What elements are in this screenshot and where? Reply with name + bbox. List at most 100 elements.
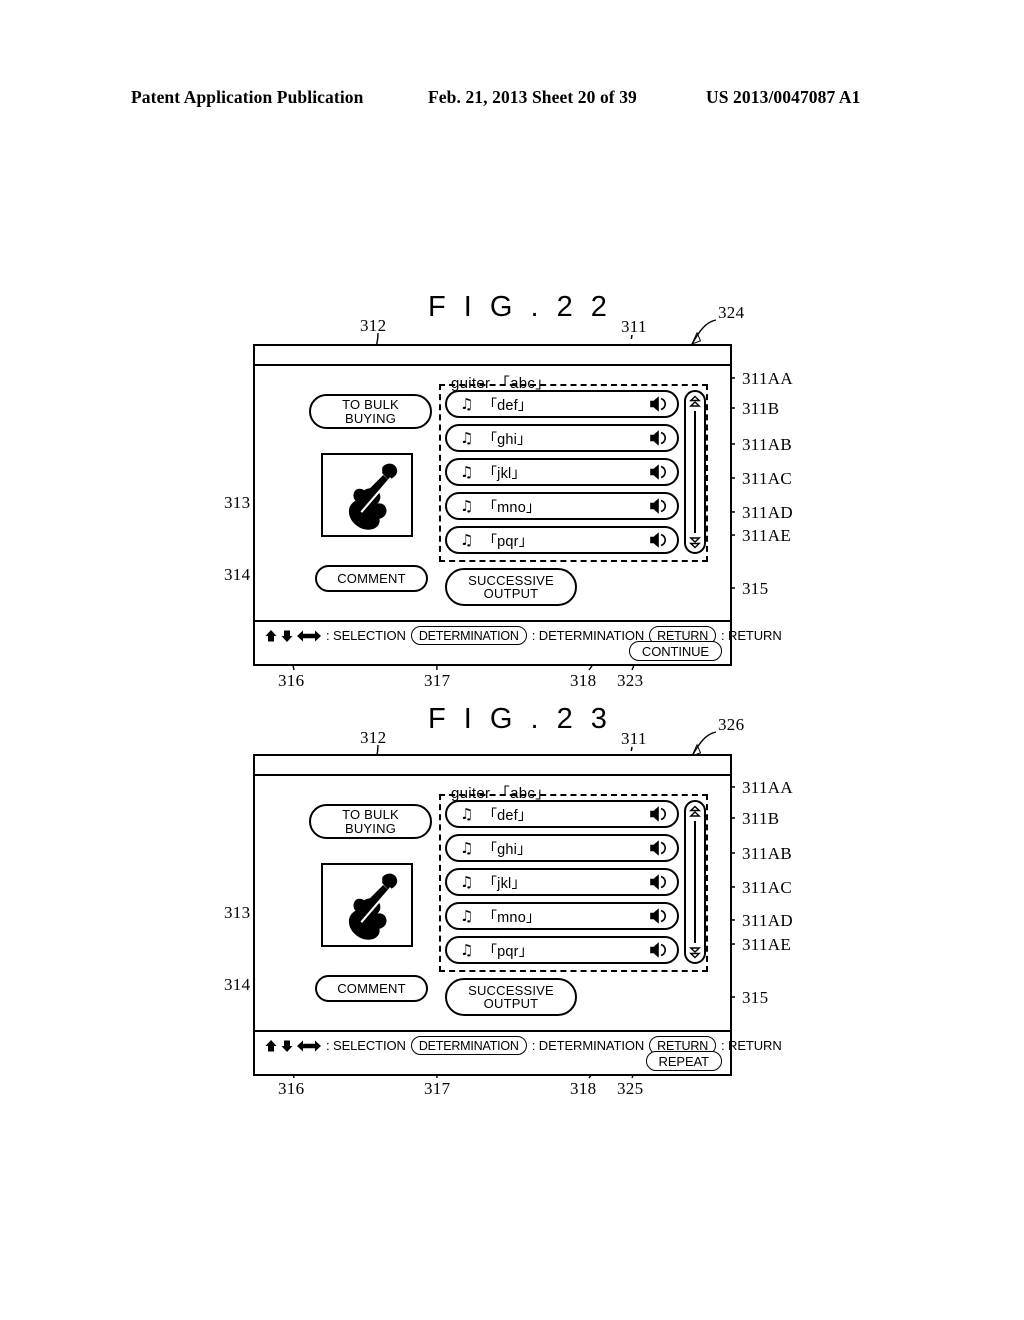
arrow-left-right-icon: [297, 630, 321, 641]
guitar-thumbnail[interactable]: [321, 863, 413, 947]
ref-311AA: 311AA: [742, 369, 793, 388]
ref-312: 312: [360, 316, 387, 335]
publication-label: Patent Application Publication: [131, 86, 364, 107]
track-row[interactable]: ♫ 「pqr」: [445, 526, 679, 554]
ref-317: 317: [424, 671, 451, 690]
successive-output-button[interactable]: SUCCESSIVE OUTPUT: [445, 978, 577, 1016]
track-list-scrollbar[interactable]: [684, 390, 706, 554]
successive-output-button[interactable]: SUCCESSIVE OUTPUT: [445, 568, 577, 606]
comment-label: COMMENT: [337, 570, 406, 586]
determination-key[interactable]: DETERMINATION: [410, 626, 527, 645]
speaker-icon[interactable]: [649, 532, 666, 548]
screen-titlebar: [255, 346, 730, 366]
determination-hint-label: : DETERMINATION: [531, 1038, 645, 1053]
ref-311AC-fig23: 311AC: [742, 878, 792, 897]
ref-311AA-fig23: 311AA: [742, 778, 793, 797]
return-hint-label: : RETURN: [721, 1038, 782, 1053]
scrollbar-track[interactable]: [694, 411, 696, 533]
date-sheet-label: Feb. 21, 2013 Sheet 20 of 39: [428, 86, 637, 107]
track-row[interactable]: ♫ 「def」: [445, 390, 679, 418]
speaker-icon[interactable]: [649, 942, 666, 958]
music-note-icon: ♫: [460, 462, 474, 481]
repeat-button[interactable]: REPEAT: [645, 1051, 722, 1071]
speaker-icon[interactable]: [649, 498, 666, 514]
to-bulk-buying-line1: TO BULK: [342, 397, 399, 413]
music-note-icon: ♫: [460, 940, 474, 959]
determination-key[interactable]: DETERMINATION: [410, 1036, 527, 1055]
ref-316: 316: [278, 671, 305, 690]
to-bulk-buying-button[interactable]: TO BULK BUYING: [309, 804, 432, 839]
ref-311AD: 311AD: [742, 503, 793, 522]
scroll-down-icon[interactable]: [687, 534, 703, 550]
arrow-down-icon: [281, 1040, 293, 1052]
track-row[interactable]: ♫ 「def」: [445, 800, 679, 828]
scroll-down-icon[interactable]: [687, 944, 703, 960]
figure-23-title: F I G . 2 3: [428, 703, 612, 735]
to-bulk-buying-line2: BUYING: [344, 410, 397, 426]
arrow-up-icon: [265, 1039, 277, 1051]
music-note-icon: ♫: [460, 394, 474, 413]
scrollbar-track[interactable]: [694, 821, 696, 943]
figure-22-title: F I G . 2 2: [428, 291, 612, 323]
ref-311AC: 311AC: [742, 469, 792, 488]
ref-316-fig23: 316: [278, 1079, 305, 1098]
music-note-icon: ♫: [460, 838, 474, 857]
speaker-icon[interactable]: [649, 806, 666, 822]
speaker-icon[interactable]: [649, 396, 666, 412]
device-screen-324: guiter 「abc」 TO BULK BUYING COMMENT ♫ 「d…: [253, 344, 782, 666]
track-row[interactable]: ♫ 「jkl」: [445, 868, 679, 896]
speaker-icon[interactable]: [649, 430, 666, 446]
ref-313: 313: [224, 493, 251, 512]
to-bulk-buying-line1: TO BULK: [342, 807, 399, 823]
track-row[interactable]: ♫ 「mno」: [445, 492, 679, 520]
guitar-icon: [348, 463, 398, 530]
ref-314: 314: [224, 565, 251, 584]
speaker-icon[interactable]: [649, 840, 666, 856]
selection-keys-icons[interactable]: [264, 1039, 322, 1053]
screen-titlebar: [255, 756, 730, 776]
speaker-icon[interactable]: [649, 464, 666, 480]
ref-318: 318: [570, 671, 597, 690]
to-bulk-buying-button[interactable]: TO BULK BUYING: [309, 394, 432, 429]
selection-hint-label: : SELECTION: [326, 628, 406, 643]
speaker-icon[interactable]: [649, 874, 666, 890]
comment-button[interactable]: COMMENT: [315, 565, 428, 592]
arrow-up-icon: [265, 629, 277, 641]
track-row[interactable]: ♫ 「ghi」: [445, 424, 679, 452]
track-row[interactable]: ♫ 「ghi」: [445, 834, 679, 862]
music-note-icon: ♫: [460, 872, 474, 891]
ref-318-fig23: 318: [570, 1079, 597, 1098]
scroll-up-icon[interactable]: [687, 394, 703, 410]
guitar-thumbnail[interactable]: [321, 453, 413, 537]
track-name: 「jkl」: [482, 875, 527, 892]
selection-hint-label: : SELECTION: [326, 1038, 406, 1053]
ref-311AB: 311AB: [742, 435, 792, 454]
music-note-icon: ♫: [460, 804, 474, 823]
scroll-up-icon[interactable]: [687, 804, 703, 820]
return-hint-label: : RETURN: [721, 628, 782, 643]
successive-output-line1: SUCCESSIVE: [468, 572, 554, 588]
successive-output-line2: OUTPUT: [483, 586, 539, 601]
selection-keys-icons[interactable]: [264, 629, 322, 643]
arrow-left-right-icon: [297, 1040, 321, 1051]
track-row[interactable]: ♫ 「jkl」: [445, 458, 679, 486]
ref-311B-fig23: 311B: [742, 809, 780, 828]
ref-317-fig23: 317: [424, 1079, 451, 1098]
ref-311AE: 311AE: [742, 526, 792, 545]
track-list-scrollbar[interactable]: [684, 800, 706, 964]
track-name: 「ghi」: [482, 431, 532, 448]
speaker-icon[interactable]: [649, 908, 666, 924]
comment-button[interactable]: COMMENT: [315, 975, 428, 1002]
ref-326: 326: [718, 715, 745, 734]
ref-311AE-fig23: 311AE: [742, 935, 792, 954]
music-note-icon: ♫: [460, 530, 474, 549]
track-row[interactable]: ♫ 「pqr」: [445, 936, 679, 964]
track-row[interactable]: ♫ 「mno」: [445, 902, 679, 930]
ref-315: 315: [742, 579, 769, 598]
arrow-down-icon: [281, 630, 293, 642]
ref-314-fig23: 314: [224, 975, 251, 994]
track-name: 「mno」: [482, 499, 541, 516]
continue-button[interactable]: CONTINUE: [628, 641, 722, 661]
ref-315-fig23: 315: [742, 988, 769, 1007]
music-note-icon: ♫: [460, 496, 474, 515]
